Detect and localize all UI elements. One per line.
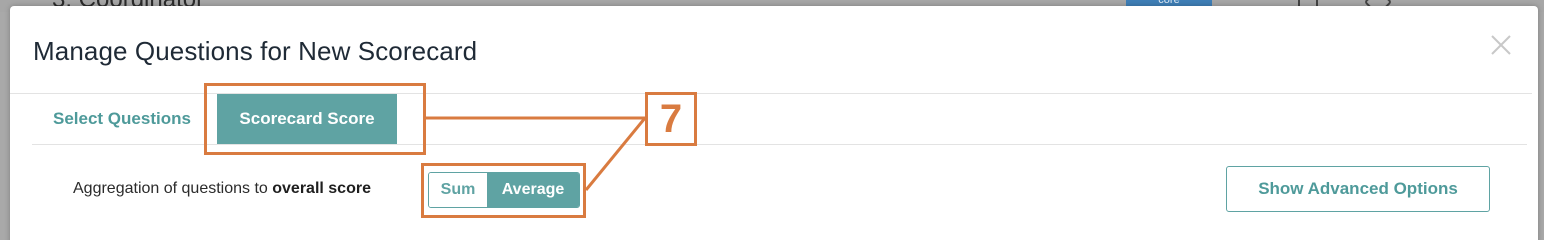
- aggregation-label-prefix: Aggregation of questions to: [73, 180, 273, 197]
- aggregation-label-bold: overall score: [272, 180, 371, 197]
- tab-select-questions[interactable]: Select Questions: [53, 109, 191, 129]
- annotation-highlight-tab: [204, 83, 426, 155]
- annotation-highlight-toggle: [421, 163, 586, 218]
- modal-title: Manage Questions for New Scorecard: [33, 36, 478, 66]
- close-icon[interactable]: [1490, 34, 1512, 56]
- aggregation-label: Aggregation of questions to overall scor…: [73, 180, 371, 198]
- show-advanced-options-button[interactable]: Show Advanced Options: [1226, 166, 1490, 212]
- annotation-number: 7: [659, 97, 683, 141]
